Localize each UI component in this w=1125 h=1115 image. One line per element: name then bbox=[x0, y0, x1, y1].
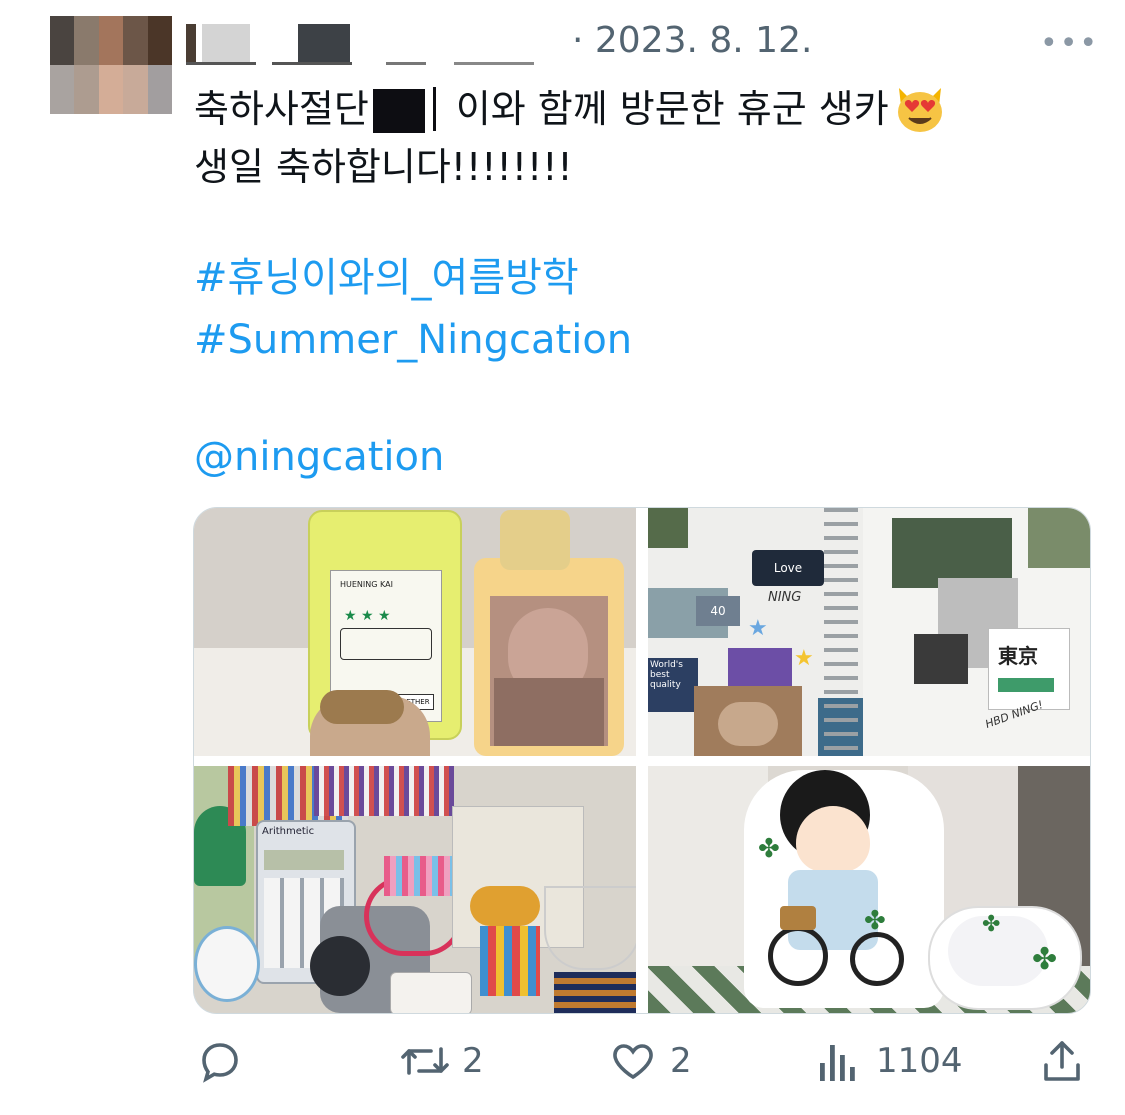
inline-redacted-name bbox=[372, 89, 425, 133]
media-grid: HUENING KAI ★ ★ ★ TOMORROW X TOGETHER 40… bbox=[193, 507, 1091, 1014]
heart-icon bbox=[608, 1037, 658, 1085]
clover-icon: ✤ bbox=[864, 906, 886, 936]
world-best-sticker: World's best quality bbox=[648, 658, 698, 712]
more-options-icon[interactable]: ••• bbox=[1040, 29, 1099, 59]
tweet-text-part-b: 이와 함께 방문한 휴군 생카 bbox=[455, 87, 889, 131]
mention-link[interactable]: @ningcation bbox=[194, 427, 444, 487]
reply-icon bbox=[196, 1037, 244, 1085]
tweet-text-line-1: 축하사절단 이와 함께 방문한 휴군 생카 bbox=[194, 80, 1074, 138]
reply-button[interactable] bbox=[196, 1037, 256, 1085]
clover-icon: ✤ bbox=[1032, 942, 1058, 977]
views-count: 1104 bbox=[876, 1041, 963, 1081]
tweet-text-part-a: 축하사절단 bbox=[194, 87, 369, 131]
tokyo-ticket-text: 東京 bbox=[998, 644, 1038, 668]
star-sticker-icon: ★ bbox=[794, 646, 814, 671]
media-image-drink-and-photocard[interactable]: HUENING KAI ★ ★ ★ TOMORROW X TOGETHER bbox=[194, 508, 636, 756]
media-image-stationery-and-calculator[interactable]: Arithmetic bbox=[194, 766, 636, 1013]
blue-star-sticker-icon: ★ bbox=[748, 616, 768, 641]
avatar[interactable] bbox=[50, 16, 172, 114]
media-image-cartoon-standee[interactable]: ✤ ✤ ✤ ✤ bbox=[648, 766, 1090, 1013]
hashtag-link-2[interactable]: #Summer_Ningcation bbox=[194, 310, 632, 370]
share-icon bbox=[1040, 1037, 1084, 1085]
like-button[interactable]: 2 bbox=[608, 1037, 692, 1085]
views-chart-icon bbox=[816, 1037, 860, 1085]
share-button[interactable] bbox=[1040, 1037, 1084, 1085]
hashtag-link-1[interactable]: #휴닝이와의_여름방학 bbox=[194, 248, 579, 308]
clover-icon: ✤ bbox=[982, 912, 1001, 937]
tweet-action-bar: 2 2 1104 bbox=[0, 1035, 1125, 1095]
media-image-scrapbook-journal[interactable]: 40 Love NING World's best quality 東京 HBD… bbox=[648, 508, 1090, 756]
inline-redacted-mark bbox=[432, 87, 456, 131]
heart-eyes-cat-emoji-icon bbox=[893, 84, 947, 134]
journal-ning-text: NING bbox=[768, 590, 802, 605]
clover-icon: ✤ bbox=[758, 834, 780, 864]
star-icons: ★ ★ ★ bbox=[344, 608, 391, 624]
tweet-timestamp[interactable]: · 2023. 8. 12. bbox=[572, 20, 812, 61]
views-button[interactable]: 1104 bbox=[816, 1037, 963, 1085]
calculator-label: Arithmetic bbox=[262, 826, 315, 837]
retweet-button[interactable]: 2 bbox=[398, 1037, 484, 1085]
retweet-icon bbox=[398, 1037, 452, 1085]
tweet-text: 축하사절단 이와 함께 방문한 휴군 생카 생일 축하합니다!!!!!!!! bbox=[194, 80, 1074, 196]
retweet-count: 2 bbox=[462, 1041, 484, 1081]
love-sticker: Love bbox=[752, 550, 824, 586]
like-count: 2 bbox=[670, 1041, 692, 1081]
cup-label-text: HUENING KAI bbox=[340, 580, 393, 589]
tweet-text-line-2: 생일 축하합니다!!!!!!!! bbox=[194, 145, 573, 189]
